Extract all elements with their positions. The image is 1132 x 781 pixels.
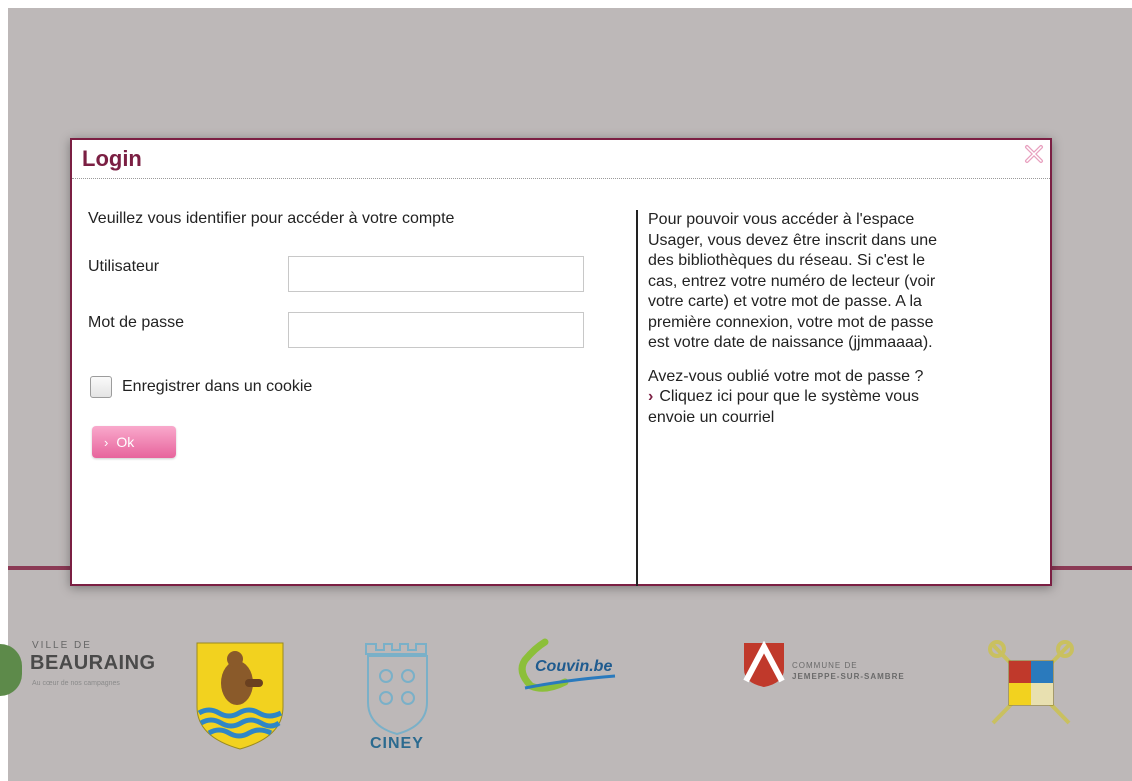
- chevron-right-icon: ›: [648, 388, 654, 405]
- jemeppe-logo[interactable]: COMMUNE DE JEMEPPE-SUR-SAMBRE: [742, 641, 942, 701]
- forgot-password-link[interactable]: › Cliquez ici pour que le système vous en…: [648, 387, 948, 428]
- login-intro: Veuillez vous identifier pour accéder à …: [88, 210, 455, 227]
- ciney-name: CINEY: [370, 735, 424, 752]
- forgot-password-question: Avez-vous oublié votre mot de passe ?: [648, 367, 924, 385]
- forgot-password-link-label: Cliquez ici pour que le système vous env…: [648, 388, 920, 426]
- username-input[interactable]: [288, 256, 584, 292]
- dialog-title: Login: [82, 146, 142, 171]
- beauraing-tagline: Au cœur de nos campagnes: [32, 680, 120, 687]
- ok-button-label: Ok: [116, 434, 135, 450]
- info-text: Pour pouvoir vous accéder à l'espace Usa…: [648, 211, 938, 351]
- cookie-row: Enregistrer dans un cookie: [90, 376, 312, 398]
- column-divider: [636, 210, 638, 586]
- chevron-right-icon: ›: [104, 434, 109, 450]
- password-label: Mot de passe: [88, 314, 185, 331]
- login-dialog: Login Veuillez vous identifier pour accé…: [70, 138, 1052, 586]
- cookie-label: Enregistrer dans un cookie: [122, 378, 313, 395]
- info-panel: Pour pouvoir vous accéder à l'espace Usa…: [648, 210, 948, 428]
- couvin-logo[interactable]: Couvin.be: [505, 636, 645, 696]
- cookie-checkbox[interactable]: [90, 376, 112, 398]
- beauraing-small-text: VILLE DE: [32, 640, 92, 651]
- jemeppe-small-text: COMMUNE DE: [792, 661, 858, 670]
- couvin-name: Couvin.be: [535, 658, 613, 675]
- close-icon[interactable]: [1024, 144, 1044, 164]
- beauraing-logo[interactable]: VILLE DE BEAURAING Au cœur de nos campag…: [0, 636, 155, 696]
- jemeppe-name: JEMEPPE-SUR-SAMBRE: [792, 672, 905, 681]
- beauraing-name: BEAURAING: [30, 652, 156, 674]
- ok-button[interactable]: › Ok: [92, 426, 176, 458]
- crozier-coat-of-arms-icon[interactable]: [985, 639, 1077, 727]
- leaf-icon: [0, 644, 22, 696]
- ciney-crest-icon[interactable]: [360, 640, 435, 750]
- dialog-header: Login: [72, 140, 1050, 179]
- beaver-coat-of-arms-icon[interactable]: [195, 641, 285, 751]
- username-label: Utilisateur: [88, 258, 160, 275]
- password-input[interactable]: [288, 312, 584, 348]
